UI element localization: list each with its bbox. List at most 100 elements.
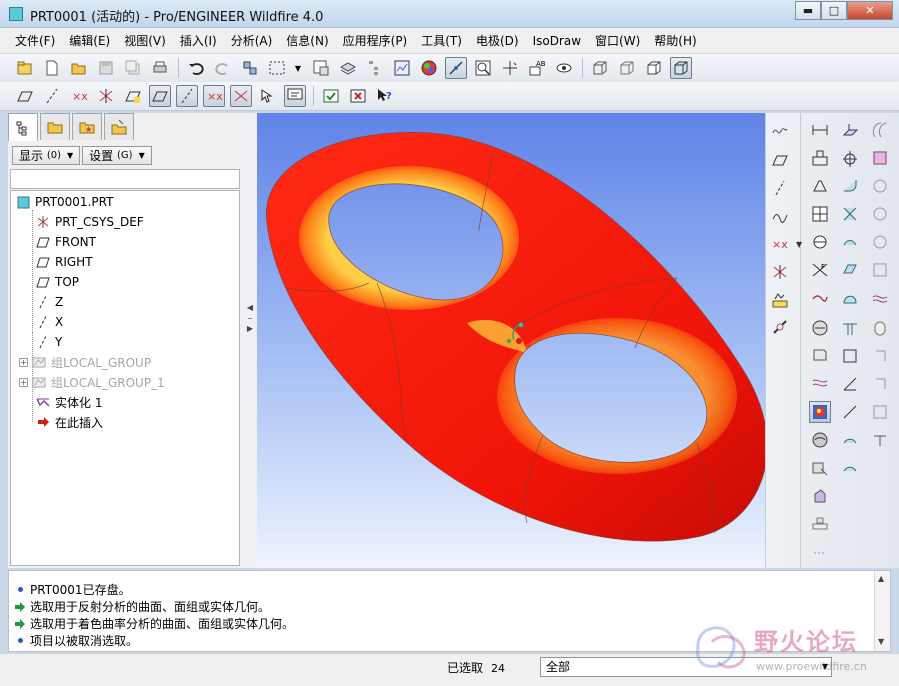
torus-surface[interactable]: [266, 132, 765, 542]
shaded-curvature-button[interactable]: [809, 401, 831, 423]
csys-on-button[interactable]: [95, 85, 117, 107]
draft-tool-button[interactable]: [809, 175, 831, 197]
annotation-button[interactable]: AB: [526, 57, 548, 79]
isophote-analysis-button[interactable]: [809, 429, 831, 451]
menu-isodraw[interactable]: IsoDraw: [526, 34, 588, 48]
mirror-tool-button[interactable]: [839, 203, 861, 225]
model-display-button[interactable]: [391, 57, 413, 79]
analysis-feature-button[interactable]: [769, 289, 791, 311]
save-copy-button[interactable]: [122, 57, 144, 79]
menu-window[interactable]: 窗口(W): [588, 32, 647, 49]
merge-tool-button[interactable]: [869, 203, 891, 225]
maximize-button[interactable]: □: [821, 1, 847, 20]
tree-item-insert-here[interactable]: 在此插入: [35, 413, 103, 431]
point-tag-button[interactable]: ×x: [203, 85, 225, 107]
datum-axis-display-button[interactable]: [445, 57, 467, 79]
offset-tool-button[interactable]: [869, 231, 891, 253]
chamfer-tool-button[interactable]: [869, 175, 891, 197]
shading-button[interactable]: [670, 57, 692, 79]
menu-insert[interactable]: 插入(I): [173, 32, 224, 49]
torus-model[interactable]: [257, 113, 765, 568]
trim-tool-button[interactable]: [839, 259, 861, 281]
redo-button[interactable]: [212, 57, 234, 79]
menu-analysis[interactable]: 分析(A): [224, 32, 280, 49]
regenerate-button[interactable]: [239, 57, 261, 79]
datum-point-tool-button[interactable]: ×x: [769, 233, 791, 255]
selection-filter-dropdown[interactable]: 全部 ▼: [540, 657, 832, 677]
spin-center-button[interactable]: [499, 57, 521, 79]
extrude-tool-button[interactable]: [839, 119, 861, 141]
panel-splitter[interactable]: ◀ ▶: [243, 113, 257, 568]
datum-axis-on-button[interactable]: [41, 85, 63, 107]
no-hidden-button[interactable]: [643, 57, 665, 79]
menu-applications[interactable]: 应用程序(P): [336, 32, 415, 49]
ruler-measure-button[interactable]: [809, 513, 831, 535]
spinal-bend-button[interactable]: [869, 317, 891, 339]
shell-tool-button[interactable]: [869, 147, 891, 169]
boundary-blend-button[interactable]: [809, 287, 831, 309]
tree-item-local-group-1[interactable]: + 组LOCAL_GROUP_1: [19, 373, 165, 391]
graphics-window[interactable]: [257, 113, 765, 568]
minimize-button[interactable]: ▬: [795, 1, 821, 20]
dimension-tool-button[interactable]: [809, 119, 831, 141]
tree-item-local-group[interactable]: + 组LOCAL_GROUP: [19, 353, 151, 371]
tree-item-part[interactable]: PRT0001.PRT: [15, 193, 113, 211]
tree-item-top[interactable]: TOP: [35, 273, 79, 291]
query-select-button[interactable]: [284, 85, 306, 107]
expand-icon[interactable]: +: [19, 377, 28, 387]
tree-item-front[interactable]: FRONT: [35, 233, 96, 251]
settings-dropdown[interactable]: 设置 (G) ▼: [82, 145, 152, 165]
sketch-tool-button[interactable]: [769, 119, 791, 141]
revolve-tool-button[interactable]: [869, 119, 891, 141]
rib-tool-button[interactable]: [839, 147, 861, 169]
ear-tool-button[interactable]: [869, 345, 891, 367]
tab-connections[interactable]: [104, 113, 134, 140]
mesh-analysis-button[interactable]: [809, 485, 831, 507]
datum-point-dropdown-icon[interactable]: ▼: [796, 240, 802, 249]
tree-item-axis-x[interactable]: X: [35, 313, 63, 331]
menu-file[interactable]: 文件(F): [8, 32, 62, 49]
plane-tag-button[interactable]: [149, 85, 171, 107]
blend-tool-button[interactable]: [839, 231, 861, 253]
draft-check-button[interactable]: [839, 373, 861, 395]
tree-item-right[interactable]: RIGHT: [35, 253, 93, 271]
more-tools-button[interactable]: [809, 541, 831, 563]
variable-section-sweep-button[interactable]: [809, 317, 831, 339]
menu-info[interactable]: 信息(N): [279, 32, 335, 49]
offset-analysis-button[interactable]: [869, 401, 891, 423]
round-tool-button[interactable]: [839, 175, 861, 197]
slope-analysis-button[interactable]: [839, 401, 861, 423]
chain-tool-button[interactable]: [769, 317, 791, 339]
toroidal-bend-button[interactable]: [839, 317, 861, 339]
smart-selection-button[interactable]: [257, 85, 279, 107]
hidden-line-button[interactable]: [616, 57, 638, 79]
menu-electrode[interactable]: 电极(D): [469, 32, 526, 49]
tree-item-csys[interactable]: PRT_CSYS_DEF: [35, 213, 144, 231]
dihedral-analysis-button[interactable]: [839, 457, 861, 479]
datum-axis-tool-button[interactable]: [769, 177, 791, 199]
show-dropdown[interactable]: 显示 (0) ▼: [12, 145, 81, 165]
tab-model-tree[interactable]: [8, 113, 38, 141]
new-button[interactable]: [41, 57, 63, 79]
intersect-tool-button[interactable]: F: [809, 259, 831, 281]
tree-item-solidify[interactable]: 实体化 1: [35, 393, 102, 411]
tab-favorites[interactable]: ★: [72, 113, 102, 140]
ok-button[interactable]: [320, 85, 342, 107]
collapse-left-icon[interactable]: ◀: [247, 303, 253, 312]
thickness-analysis-button[interactable]: [869, 429, 891, 451]
message-scrollbar[interactable]: ▲ ▼: [874, 571, 890, 651]
tree-filter-input[interactable]: [10, 169, 240, 189]
new-from-template-button[interactable]: [14, 57, 36, 79]
saved-views-button[interactable]: [553, 57, 575, 79]
sweep-tool-button[interactable]: [809, 231, 831, 253]
deviation-analysis-button[interactable]: [839, 429, 861, 451]
context-help-button[interactable]: ?: [374, 85, 396, 107]
annotation-on-button[interactable]: [122, 85, 144, 107]
warp-tool-button[interactable]: [869, 287, 891, 309]
tab-folder-browser[interactable]: [40, 113, 70, 140]
close-button[interactable]: ✕: [847, 1, 893, 20]
reflection-analysis-button[interactable]: [809, 373, 831, 395]
layers-button[interactable]: [337, 57, 359, 79]
select-box-button[interactable]: [266, 57, 288, 79]
scroll-down-icon[interactable]: ▼: [878, 637, 884, 646]
